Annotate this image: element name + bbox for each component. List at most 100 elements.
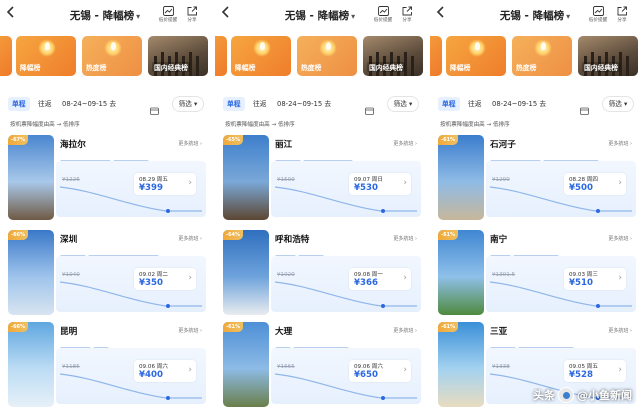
- category-card-classic[interactable]: 国内经典榜: [148, 36, 208, 76]
- chevron-right-icon: ›: [403, 178, 407, 188]
- drop-rank-badge: -65%: [223, 135, 244, 145]
- category-card-hot[interactable]: 热度榜: [297, 36, 357, 76]
- tab-oneway[interactable]: 单程: [438, 97, 460, 111]
- more-flights-link[interactable]: 更多航班 ›: [608, 140, 632, 147]
- more-flights-link[interactable]: 更多航班 ›: [608, 327, 632, 334]
- date-range[interactable]: 08-24~09-15 去: [62, 97, 116, 111]
- calendar-icon[interactable]: [580, 100, 589, 119]
- price-trend: ¥1185 09.06 周六 ¥400 ›: [56, 348, 206, 404]
- watermark-author: 小鱼新闻: [588, 389, 632, 402]
- destination-card[interactable]: -66%昆明更多航班 ›石林风景区滇池¥118509.06 周六¥400›: [8, 322, 206, 407]
- flight-date: 09.06 周六: [139, 364, 168, 370]
- page-title-text: 无锡 - 降幅榜: [69, 10, 135, 22]
- date-range[interactable]: 08-24~09-15 去: [277, 97, 331, 111]
- filter-button[interactable]: 筛选 ▾: [602, 96, 634, 112]
- category-card-partial[interactable]: [430, 36, 442, 76]
- category-card-hot[interactable]: 热度榜: [512, 36, 572, 76]
- tab-oneway[interactable]: 单程: [8, 97, 30, 111]
- category-card-classic[interactable]: 国内经典榜: [363, 36, 423, 76]
- price-trend: ¥1040 09.02 周二 ¥350 ›: [56, 256, 206, 312]
- lowest-price-box[interactable]: 09.03 周三 ¥510 ›: [564, 268, 626, 290]
- more-flights-link[interactable]: 更多航班 ›: [393, 327, 417, 334]
- destination-photo: -61%: [438, 322, 484, 407]
- page-title-text: 无锡 - 降幅榜: [499, 10, 565, 22]
- city-name: 海拉尔: [60, 140, 86, 150]
- drop-rank-badge: -61%: [438, 230, 459, 240]
- more-flights-link[interactable]: 更多航班 ›: [393, 140, 417, 147]
- lowest-price-box[interactable]: 09.06 周六 ¥650 ›: [349, 360, 411, 382]
- top-bar: 无锡 - 降幅榜 ▾ 低价提醒 分享: [430, 0, 640, 30]
- date-range[interactable]: 08-24~09-15 去: [492, 97, 546, 111]
- lowest-price: ¥350: [139, 278, 163, 288]
- price-alert-button[interactable]: 低价提醒: [371, 6, 395, 23]
- category-card-partial[interactable]: [215, 36, 227, 76]
- flame-icon: [111, 42, 116, 50]
- tab-roundtrip[interactable]: 往返: [34, 97, 56, 111]
- city-name: 石河子: [490, 140, 516, 150]
- lowest-price: ¥399: [139, 183, 163, 193]
- destination-photo: -61%: [438, 135, 484, 220]
- destination-card[interactable]: -67%海拉尔更多航班 ›海拉尔国家森林公园呼伦贝尔古城¥122608.29 周…: [8, 135, 206, 220]
- category-label: 降幅榜: [450, 64, 471, 72]
- destination-card[interactable]: -66%深圳更多航班 ›世界之窗深圳平安金融中心云际观光层¥104009.02 …: [8, 230, 206, 315]
- destination-card[interactable]: -61%南宁更多航班 ›青秀山南宁方特东盟神画¥1301.509.03 周三¥5…: [438, 230, 636, 315]
- share-button[interactable]: 分享: [395, 6, 419, 23]
- more-flights-link[interactable]: 更多航班 ›: [178, 140, 202, 147]
- lowest-price-box[interactable]: 09.05 周五 ¥528 ›: [564, 360, 626, 382]
- lowest-price: ¥650: [354, 370, 378, 380]
- share-button[interactable]: 分享: [180, 6, 204, 23]
- category-card-partial[interactable]: [0, 36, 12, 76]
- calendar-icon[interactable]: [150, 100, 159, 119]
- calendar-icon[interactable]: [365, 100, 374, 119]
- colonnade-pillar: [196, 56, 199, 76]
- category-card-drop[interactable]: 降幅榜: [231, 36, 291, 76]
- city-name: 深圳: [60, 235, 78, 245]
- share-label: 分享: [617, 18, 627, 23]
- lowest-price-box[interactable]: 08.29 周五 ¥399 ›: [134, 173, 196, 195]
- destination-photo: -61%: [223, 322, 269, 407]
- price-trend: ¥1290 08.28 周四 ¥500 ›: [486, 161, 636, 217]
- phone-panel: 无锡 - 降幅榜 ▾ 低价提醒 分享 降幅榜 热度榜 国内经典榜 单程 往返 08-24~09-1…: [0, 0, 210, 412]
- category-label: 降幅榜: [20, 64, 41, 72]
- lowest-price: ¥500: [569, 183, 593, 193]
- lowest-price-box[interactable]: 08.28 周四 ¥500 ›: [564, 173, 626, 195]
- tab-roundtrip[interactable]: 往返: [249, 97, 271, 111]
- filter-button[interactable]: 筛选 ▾: [172, 96, 204, 112]
- destination-card[interactable]: -65%丽江更多航班 ›玉龙雪山虎跳峡(香格里拉段)¥150009.07 周日¥…: [223, 135, 421, 220]
- colonnade-pillar: [411, 56, 414, 76]
- destination-photo: -61%: [438, 230, 484, 315]
- top-bar: 无锡 - 降幅榜 ▾ 低价提醒 分享: [215, 0, 425, 30]
- lowest-price-box[interactable]: 09.06 周六 ¥400 ›: [134, 360, 196, 382]
- tab-oneway[interactable]: 单程: [223, 97, 245, 111]
- share-button[interactable]: 分享: [610, 6, 634, 23]
- category-card-drop[interactable]: 降幅榜: [446, 36, 506, 76]
- chevron-right-icon: ›: [403, 273, 407, 283]
- lowest-price-box[interactable]: 09.08 周一 ¥366 ›: [349, 268, 411, 290]
- destination-photo: -66%: [8, 322, 54, 407]
- price-alert-label: 低价提醒: [158, 18, 178, 23]
- flight-date: 09.07 周日: [354, 177, 383, 183]
- original-price: ¥1338: [492, 364, 510, 370]
- avatar: [558, 387, 574, 403]
- destination-card[interactable]: -61%石河子更多航班 ›新疆兵团军垦博物馆新疆张裕巴保男爵酒庄¥129008.…: [438, 135, 636, 220]
- more-flights-link[interactable]: 更多航班 ›: [178, 327, 202, 334]
- lowest-price-box[interactable]: 09.02 周二 ¥350 ›: [134, 268, 196, 290]
- category-card-drop[interactable]: 降幅榜: [16, 36, 76, 76]
- more-flights-link[interactable]: 更多航班 ›: [393, 235, 417, 242]
- watermark-at: @: [577, 388, 588, 402]
- destination-card[interactable]: -64%呼和浩特更多航班 ›大召寺千古马颂¥102009.08 周一¥366›: [223, 230, 421, 315]
- lowest-price-box[interactable]: 09.07 周日 ¥530 ›: [349, 173, 411, 195]
- category-card-classic[interactable]: 国内经典榜: [578, 36, 638, 76]
- price-alert-button[interactable]: 低价提醒: [586, 6, 610, 23]
- category-strip: 降幅榜 热度榜 国内经典榜: [430, 36, 640, 76]
- chart-icon: [162, 6, 174, 16]
- destination-card[interactable]: -61%大理更多航班 ›苍山崇圣寺三塔文化旅游区¥166509.06 周六¥65…: [223, 322, 421, 407]
- tab-roundtrip[interactable]: 往返: [464, 97, 486, 111]
- chevron-right-icon: ›: [403, 365, 407, 375]
- category-card-hot[interactable]: 热度榜: [82, 36, 142, 76]
- share-label: 分享: [402, 18, 412, 23]
- price-alert-button[interactable]: 低价提醒: [156, 6, 180, 23]
- more-flights-link[interactable]: 更多航班 ›: [608, 235, 632, 242]
- more-flights-link[interactable]: 更多航班 ›: [178, 235, 202, 242]
- filter-button[interactable]: 筛选 ▾: [387, 96, 419, 112]
